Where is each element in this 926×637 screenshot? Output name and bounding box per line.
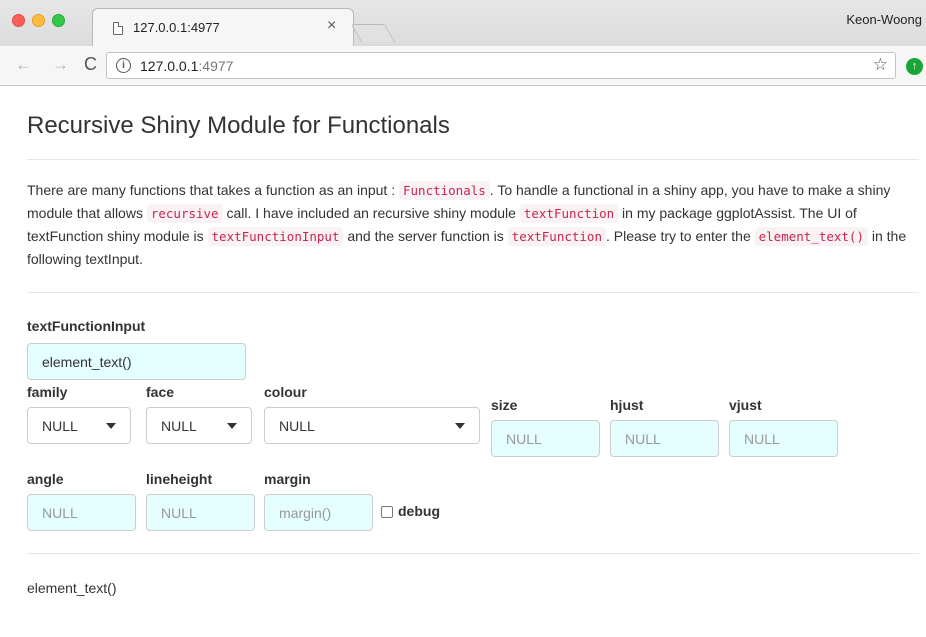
face-select-value: NULL <box>161 418 197 434</box>
textfunctioninput-field[interactable] <box>27 343 246 380</box>
description-paragraph: There are many functions that takes a fu… <box>27 179 907 270</box>
size-input[interactable] <box>491 420 600 457</box>
code-textfunction-server: textFunction <box>507 227 606 246</box>
hjust-label: hjust <box>610 397 644 413</box>
profile-name[interactable]: Keon-Woong <box>846 12 922 27</box>
browser-tab-strip: 127.0.0.1:4977 × Keon-Woong <box>0 0 926 46</box>
hjust-input[interactable] <box>610 420 719 457</box>
close-window-button[interactable] <box>12 14 25 27</box>
address-bar[interactable]: i 127.0.0.1:4977 ☆ <box>106 52 896 79</box>
tab-title: 127.0.0.1:4977 <box>133 20 220 35</box>
margin-input[interactable] <box>264 494 373 531</box>
debug-label[interactable]: debug <box>398 503 440 519</box>
browser-tab-active[interactable]: 127.0.0.1:4977 × <box>92 8 354 46</box>
vjust-label: vjust <box>729 397 762 413</box>
code-functionals: Functionals <box>399 181 490 200</box>
angle-label: angle <box>27 471 64 487</box>
size-label: size <box>491 397 518 413</box>
divider <box>27 553 919 554</box>
colour-label: colour <box>264 384 307 400</box>
divider <box>27 292 919 293</box>
code-element-text: element_text() <box>754 227 868 246</box>
family-select-value: NULL <box>42 418 78 434</box>
angle-input[interactable] <box>27 494 136 531</box>
textfunctioninput-label: textFunctionInput <box>27 318 146 334</box>
family-select[interactable]: NULL <box>27 407 131 444</box>
code-recursive: recursive <box>146 204 223 223</box>
code-textfunction: textFunction <box>519 204 619 223</box>
tab-close-icon[interactable]: × <box>327 17 336 35</box>
desc-text: . Please try to enter the <box>605 228 755 244</box>
debug-checkbox[interactable] <box>381 506 393 518</box>
desc-text: There are many functions that takes a fu… <box>27 182 399 198</box>
colour-select[interactable]: NULL <box>264 407 480 444</box>
url-text[interactable]: 127.0.0.1:4977 <box>140 58 233 74</box>
caret-down-icon <box>227 423 237 429</box>
url-host: 127.0.0.1 <box>140 58 199 74</box>
lineheight-input[interactable] <box>146 494 255 531</box>
forward-arrow-icon[interactable]: → <box>52 55 69 75</box>
back-arrow-icon[interactable]: ← <box>15 55 32 75</box>
new-tab-button[interactable] <box>350 24 396 42</box>
page-title: Recursive Shiny Module for Functionals <box>27 112 450 139</box>
zoom-window-button[interactable] <box>52 14 65 27</box>
face-select[interactable]: NULL <box>146 407 252 444</box>
colour-select-value: NULL <box>279 418 315 434</box>
extension-icon[interactable]: ↑ <box>906 58 923 75</box>
caret-down-icon <box>106 423 116 429</box>
divider <box>27 159 919 160</box>
info-icon[interactable]: i <box>116 58 131 73</box>
vjust-input[interactable] <box>729 420 838 457</box>
face-label: face <box>146 384 175 400</box>
bookmark-star-icon[interactable]: ☆ <box>873 55 888 75</box>
desc-text: call. I have included an recursive shiny… <box>222 205 520 221</box>
caret-down-icon <box>455 423 465 429</box>
function-output-text: element_text() <box>27 580 117 596</box>
margin-label: margin <box>264 471 311 487</box>
url-port: :4977 <box>198 58 234 74</box>
reload-icon[interactable]: C <box>84 54 97 75</box>
browser-toolbar: ← → C i 127.0.0.1:4977 ☆ ↑ <box>0 46 926 86</box>
page-content: Recursive Shiny Module for Functionals T… <box>0 87 926 637</box>
minimize-window-button[interactable] <box>32 14 45 27</box>
family-label: family <box>27 384 68 400</box>
desc-text: and the server function is <box>343 228 508 244</box>
page-icon <box>113 22 123 35</box>
lineheight-label: lineheight <box>146 471 213 487</box>
code-textfunctioninput: textFunctionInput <box>207 227 344 246</box>
